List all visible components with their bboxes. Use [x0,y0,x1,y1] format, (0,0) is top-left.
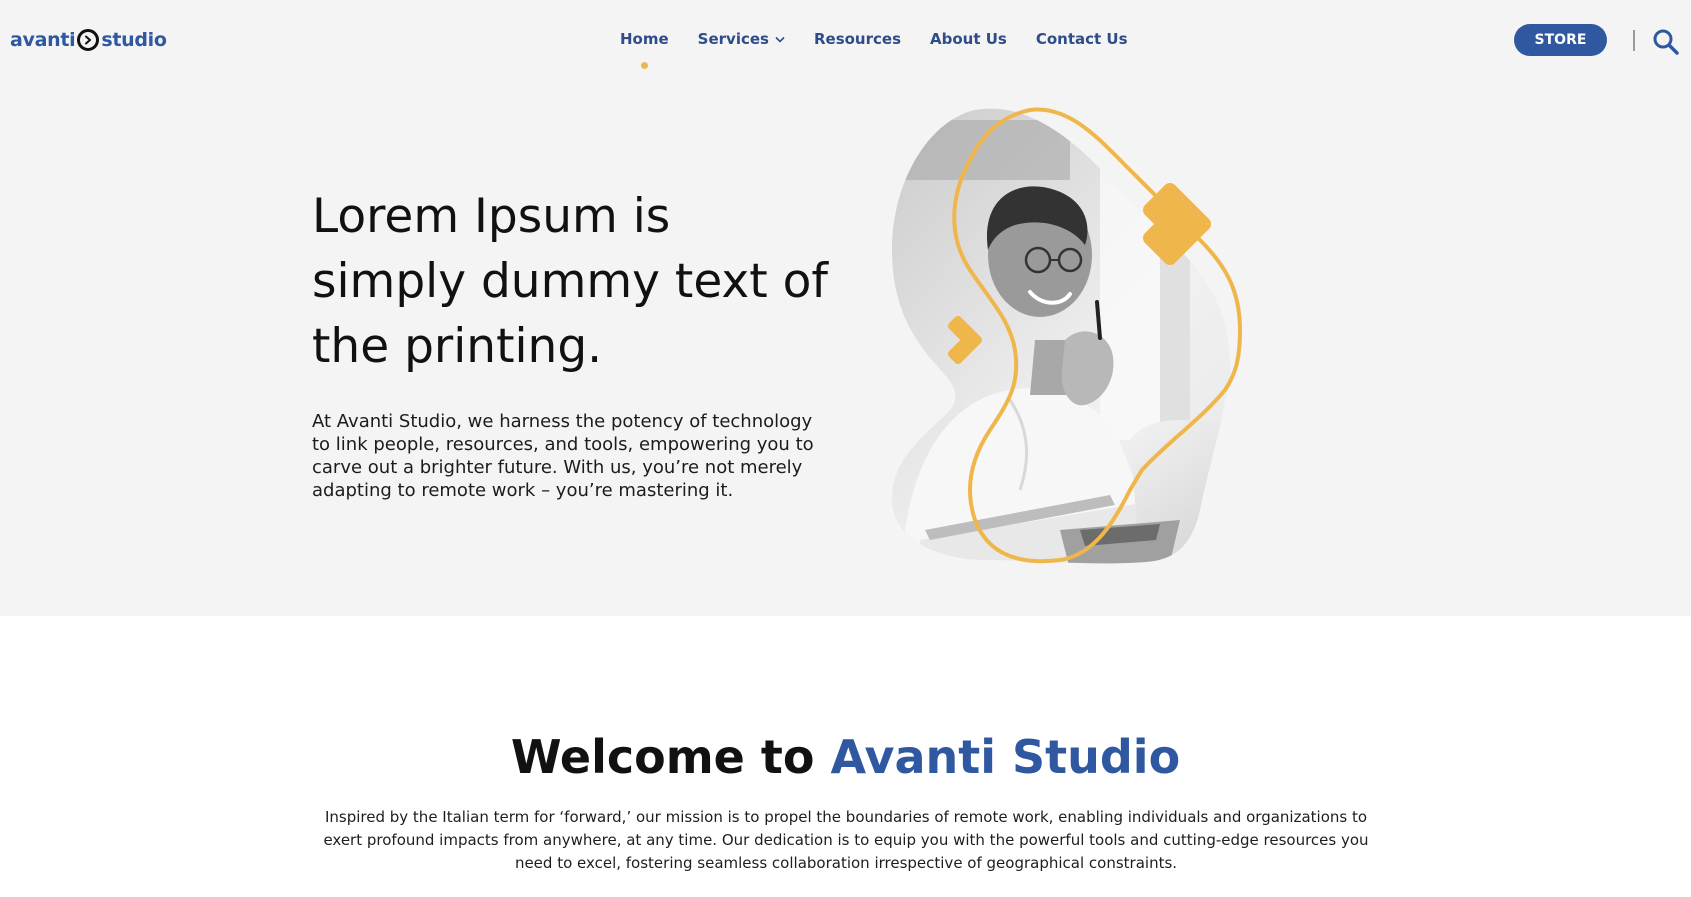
welcome-title-accent: Avanti Studio [830,730,1181,784]
hero-illustration [892,107,1243,564]
nav-item-contact-us[interactable]: Contact Us [1036,30,1128,48]
hero-description: At Avanti Studio, we harness the potency… [312,411,814,501]
nav-item-label: Services [697,30,769,48]
nav-item-about-us[interactable]: About Us [930,30,1007,48]
nav-item-home[interactable]: Home [620,30,669,69]
chevron-right-icon [1143,183,1211,265]
nav-item-label: Home [620,30,669,48]
nav-item-label: Resources [813,30,901,48]
welcome-title: Welcome to Avanti Studio [0,730,1691,784]
nav-item-resources[interactable]: Resources [814,30,901,48]
brand-logo[interactable]: avanti studio [10,26,167,54]
header-divider [1633,30,1635,51]
brand-name-part2: studio [101,29,167,51]
hero-title: Lorem Ipsum is simply dummy text of the … [312,189,828,374]
welcome-title-prefix: Welcome to [510,730,815,784]
play-circle-icon [77,29,100,51]
welcome-description: Inspired by the Italian term for ‘forwar… [323,808,1369,872]
active-indicator-dot [641,62,649,69]
store-button[interactable]: STORE [1514,24,1607,56]
main-navigation: Home Services Resources About Us Contact… [620,30,1157,69]
site-header: avanti studio Home Services Resources Ab… [0,0,1691,82]
nav-item-label: About Us [930,30,1007,48]
brand-name-part1: avanti [10,29,76,51]
welcome-section: Welcome to Avanti Studio Inspired by the… [0,616,1691,897]
hero-section: Lorem Ipsum is simply dummy text of the … [0,82,1691,616]
nav-item-label: Contact Us [1035,30,1128,48]
search-icon[interactable] [1652,28,1680,56]
chevron-down-icon [775,36,785,43]
nav-item-services[interactable]: Services [698,30,785,48]
